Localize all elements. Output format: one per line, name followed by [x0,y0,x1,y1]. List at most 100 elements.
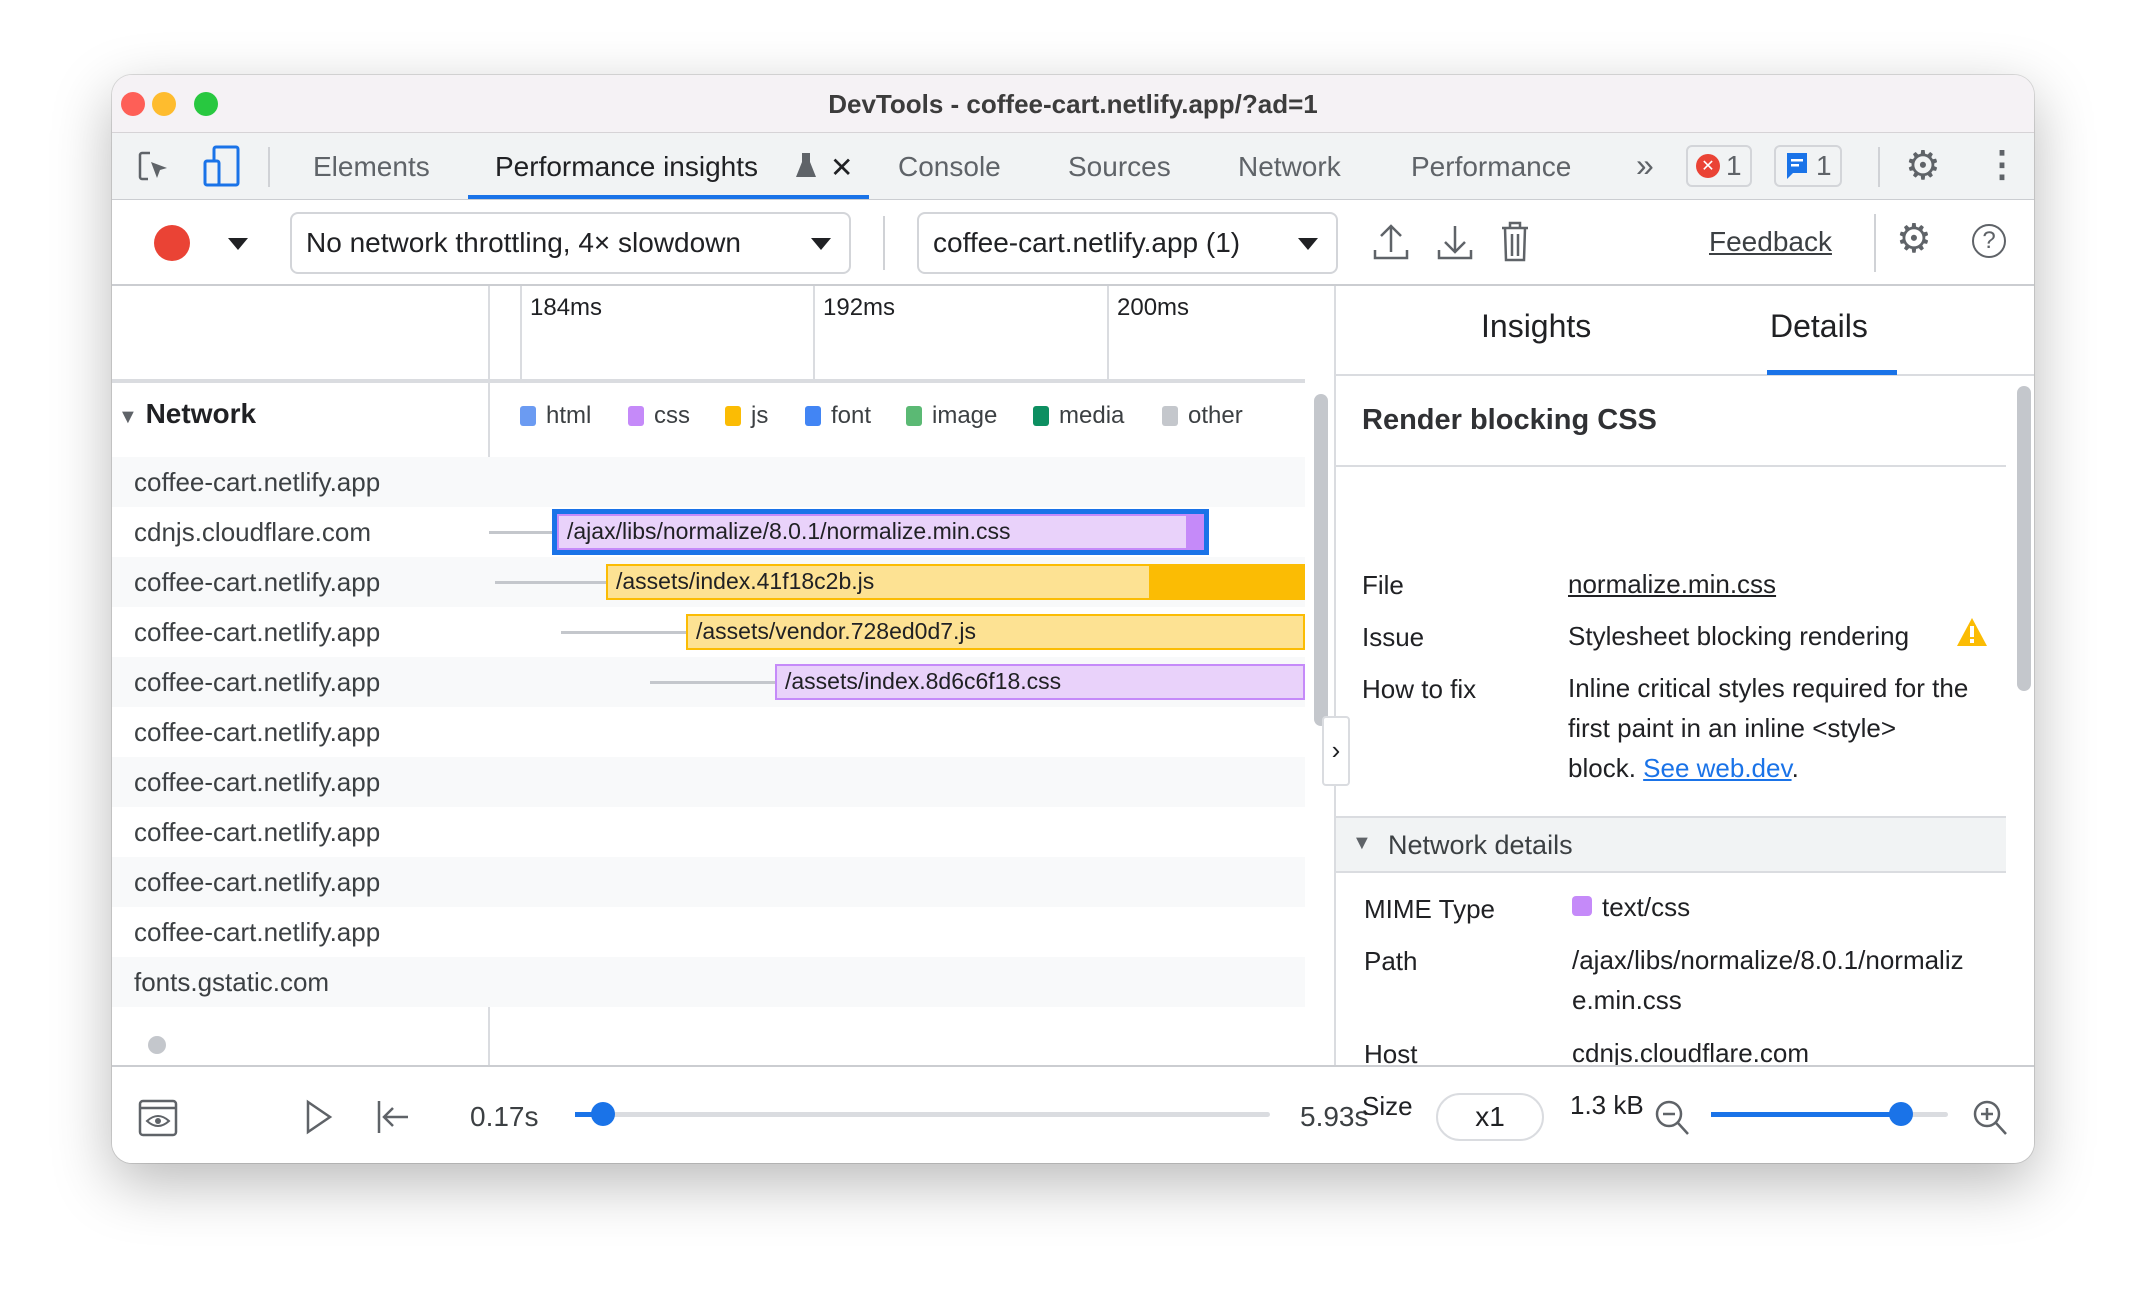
network-section-title: Network [145,398,257,429]
tab-network[interactable]: Network [1238,151,1341,183]
details-sidebar: Insights Details Render blocking CSS Fil… [1334,286,2034,1069]
errors-badge[interactable]: ✕ 1 [1686,145,1752,187]
more-tabs-icon[interactable]: » [1636,147,1654,184]
tick-label: 192ms [823,294,896,321]
upload-icon[interactable] [1372,222,1410,262]
legend-item-html: html [520,402,628,430]
legend: html css js font image media other [520,402,1282,430]
feedback-link[interactable]: Feedback [1709,226,1832,258]
record-button[interactable] [154,225,190,261]
playback-start-time: 0.17s [470,1101,539,1132]
legend-item-js: js [725,402,805,430]
network-section-toggle[interactable]: ▼ Network [118,398,256,430]
issue-value: Stylesheet blocking rendering [1568,621,1910,651]
playback-slider[interactable] [575,1102,1270,1126]
active-tab-indicator [468,195,869,199]
divider [268,147,270,187]
legend-swatch [520,406,536,426]
network-row[interactable]: coffee-cart.netlify.app [112,857,1305,907]
messages-badge[interactable]: 1 [1774,145,1842,187]
legend-swatch [1033,406,1049,426]
chevron-down-icon [1298,238,1318,250]
how-to-fix-value: Inline critical styles required for the f… [1568,673,1969,783]
host-name: coffee-cart.netlify.app [134,767,381,797]
network-row[interactable]: coffee-cart.netlify.app [112,907,1305,957]
network-row[interactable]: coffee-cart.netlify.app [112,707,1305,757]
legend-swatch [906,406,922,426]
host-name: coffee-cart.netlify.app [134,667,381,697]
tab-sources[interactable]: Sources [1068,151,1171,183]
network-row[interactable]: coffee-cart.netlify.app [112,757,1305,807]
error-icon: ✕ [1696,154,1720,178]
network-row[interactable]: cdnjs.cloudflare.com/ajax/libs/normalize… [112,507,1305,557]
network-row[interactable]: coffee-cart.netlify.app/assets/vendor.72… [112,607,1305,657]
request-bar[interactable]: /assets/vendor.728ed0d7.js [686,614,1305,650]
device-toolbar-icon[interactable] [202,145,242,187]
expand-triangle-icon: ▼ [118,406,138,428]
screenshot-preview-icon[interactable] [138,1099,178,1137]
tab-details[interactable]: Details [1770,308,1868,345]
zoom-slider[interactable] [1711,1102,1948,1126]
inspect-element-icon[interactable] [136,149,172,185]
file-link[interactable]: normalize.min.css [1568,564,1776,604]
tab-performance-insights[interactable]: Performance insights [495,151,758,183]
horizontal-scrollbar[interactable] [148,1036,166,1054]
page-select[interactable]: coffee-cart.netlify.app (1) [917,212,1338,274]
close-tab-icon[interactable]: ✕ [830,151,853,184]
size-label: Size [1362,1091,1413,1121]
playback-slider-thumb[interactable] [590,1102,615,1126]
see-web-dev-link[interactable]: See web.dev [1643,753,1791,783]
sidebar-tabs: Insights Details [1336,286,2034,376]
network-row[interactable]: coffee-cart.netlify.app/assets/index.8d6… [112,657,1305,707]
more-options-icon[interactable]: ⋮ [1984,143,2020,185]
active-tab-indicator [1767,370,1897,375]
tick-label: 184ms [530,294,603,321]
mime-type-value: text/css [1602,892,1691,922]
collapse-sidebar-button[interactable]: › [1322,716,1350,786]
host-name: coffee-cart.netlify.app [134,917,381,947]
legend-swatch [628,406,644,426]
tab-console[interactable]: Console [898,151,1001,183]
host-name: coffee-cart.netlify.app [134,817,381,847]
request-bar[interactable]: /assets/index.41f18c2b.js [606,564,1305,600]
network-row[interactable]: coffee-cart.netlify.app [112,807,1305,857]
network-row[interactable]: fonts.gstatic.com [112,957,1305,1007]
skip-to-start-icon[interactable] [376,1099,412,1135]
playback-speed-button[interactable]: x1 [1436,1093,1544,1141]
play-icon[interactable] [304,1099,334,1135]
tab-insights[interactable]: Insights [1481,308,1591,345]
network-row[interactable]: coffee-cart.netlify.app [112,457,1305,507]
host-name: fonts.gstatic.com [134,967,330,997]
vertical-scrollbar[interactable] [1314,394,1328,726]
file-label: File [1362,570,1404,600]
throttling-select[interactable]: No network throttling, 4× slowdown [290,212,851,274]
size-value: 1.3 kB [1570,1090,1644,1120]
network-details-toggle[interactable]: ▼ Network details [1336,816,2006,873]
path-label: Path [1364,946,1418,976]
host-name: coffee-cart.netlify.app [134,617,381,647]
host-name: coffee-cart.netlify.app [134,467,381,497]
divider [1874,214,1876,272]
legend-item-image: image [906,402,1033,430]
help-icon[interactable]: ? [1972,224,2006,258]
throttling-value: No network throttling, 4× slowdown [306,227,741,258]
capture-settings-gear-icon[interactable]: ⚙ [1896,216,1932,262]
request-wait-line [650,681,775,684]
tick-line [1107,286,1109,383]
network-row[interactable]: coffee-cart.netlify.app/assets/index.41f… [112,557,1305,607]
zoom-in-icon[interactable] [1972,1099,2008,1137]
tab-elements[interactable]: Elements [313,151,430,183]
settings-gear-icon[interactable]: ⚙ [1905,143,1941,189]
sidebar-scrollbar[interactable] [2017,386,2031,691]
mime-type-label: MIME Type [1364,894,1496,924]
download-icon[interactable] [1436,222,1474,262]
zoom-out-icon[interactable] [1654,1099,1690,1137]
error-count: 1 [1726,150,1742,181]
record-options-dropdown[interactable] [228,238,248,250]
tab-performance[interactable]: Performance [1411,151,1571,183]
zoom-slider-thumb[interactable] [1888,1102,1913,1126]
request-bar[interactable]: /ajax/libs/normalize/8.0.1/normalize.min… [552,509,1209,555]
host-name: coffee-cart.netlify.app [134,567,381,597]
delete-trash-icon[interactable] [1500,220,1530,264]
request-bar[interactable]: /assets/index.8d6c6f18.css [775,664,1305,700]
